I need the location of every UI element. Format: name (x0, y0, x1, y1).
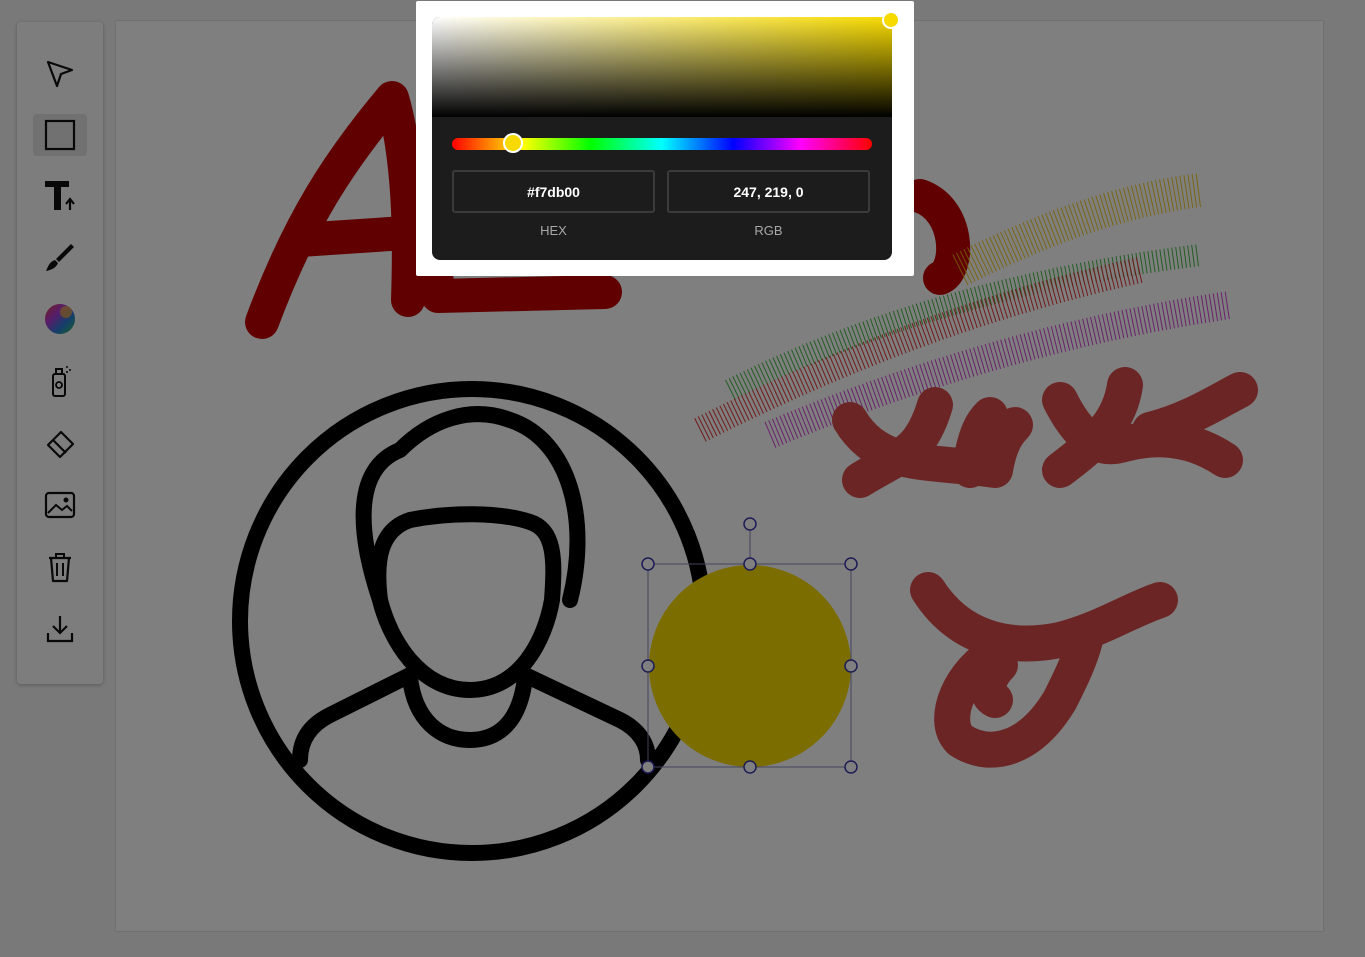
saturation-handle[interactable] (882, 11, 900, 29)
saturation-area[interactable] (432, 17, 892, 117)
rgb-input[interactable]: 247, 219, 0 (667, 170, 870, 213)
color-picker-panel: #f7db00 247, 219, 0 HEX RGB (432, 17, 892, 260)
hex-input[interactable]: #f7db00 (452, 170, 655, 213)
hex-label: HEX (540, 223, 567, 238)
rgb-label: RGB (754, 223, 783, 238)
color-picker-popover: #f7db00 247, 219, 0 HEX RGB (416, 1, 914, 276)
hue-slider-handle[interactable] (503, 133, 523, 153)
